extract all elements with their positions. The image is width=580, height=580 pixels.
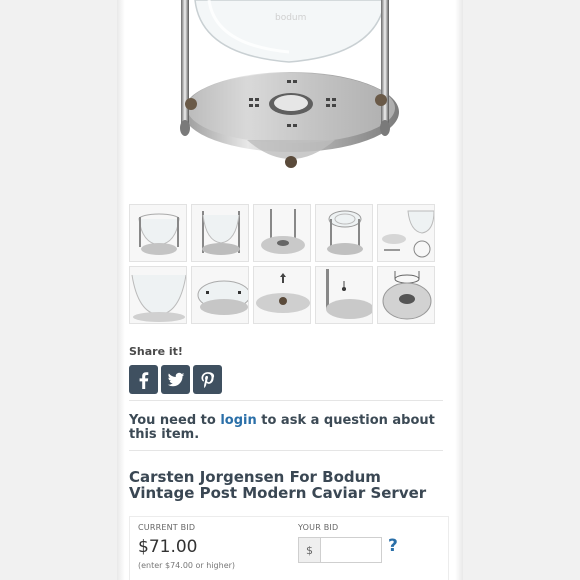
pinterest-icon[interactable] <box>193 365 222 394</box>
thumbnail-9[interactable] <box>315 266 373 324</box>
thumbnail-1[interactable] <box>129 204 187 262</box>
page-shadow-left <box>117 0 125 580</box>
share-buttons <box>129 365 222 394</box>
current-bid-label: CURRENT BID <box>138 523 196 532</box>
current-bid-amount: $71.00 <box>138 537 198 557</box>
main-product-image[interactable]: bodum <box>129 0 451 198</box>
minimum-bid-note: (enter $74.00 or higher) <box>138 561 236 570</box>
thumbnail-8[interactable] <box>253 266 311 324</box>
help-icon[interactable]: ? <box>388 536 398 556</box>
thumbnail-2[interactable] <box>191 204 249 262</box>
listing-page: bodum Share it! You need to login to ask… <box>117 0 463 580</box>
twitter-icon[interactable] <box>161 365 190 394</box>
facebook-icon[interactable] <box>129 365 158 394</box>
thumbnail-6[interactable] <box>129 266 187 324</box>
thumbnail-7[interactable] <box>191 266 249 324</box>
bid-amount-input[interactable] <box>320 537 382 563</box>
divider-share <box>129 400 443 401</box>
item-title: Carsten Jorgensen For Bodum Vintage Post… <box>129 468 427 502</box>
page-shadow-right <box>455 0 463 580</box>
share-title: Share it! <box>129 345 183 358</box>
divider-question <box>129 450 443 451</box>
thumbnail-gallery <box>129 204 439 324</box>
svg-text:bodum: bodum <box>275 13 306 23</box>
thumbnail-4[interactable] <box>315 204 373 262</box>
question-prefix: You need to <box>129 413 221 428</box>
currency-prefix: $ <box>298 537 320 563</box>
login-link[interactable]: login <box>220 413 256 428</box>
thumbnail-10[interactable] <box>377 266 435 324</box>
your-bid-label: YOUR BID <box>298 523 339 532</box>
thumbnail-3[interactable] <box>253 204 311 262</box>
thumbnail-5[interactable] <box>377 204 435 262</box>
question-prompt: You need to login to ask a question abou… <box>129 414 439 442</box>
bid-panel: CURRENT BID $71.00 (enter $74.00 or high… <box>129 516 449 580</box>
bid-input-group: $ <box>298 537 382 563</box>
